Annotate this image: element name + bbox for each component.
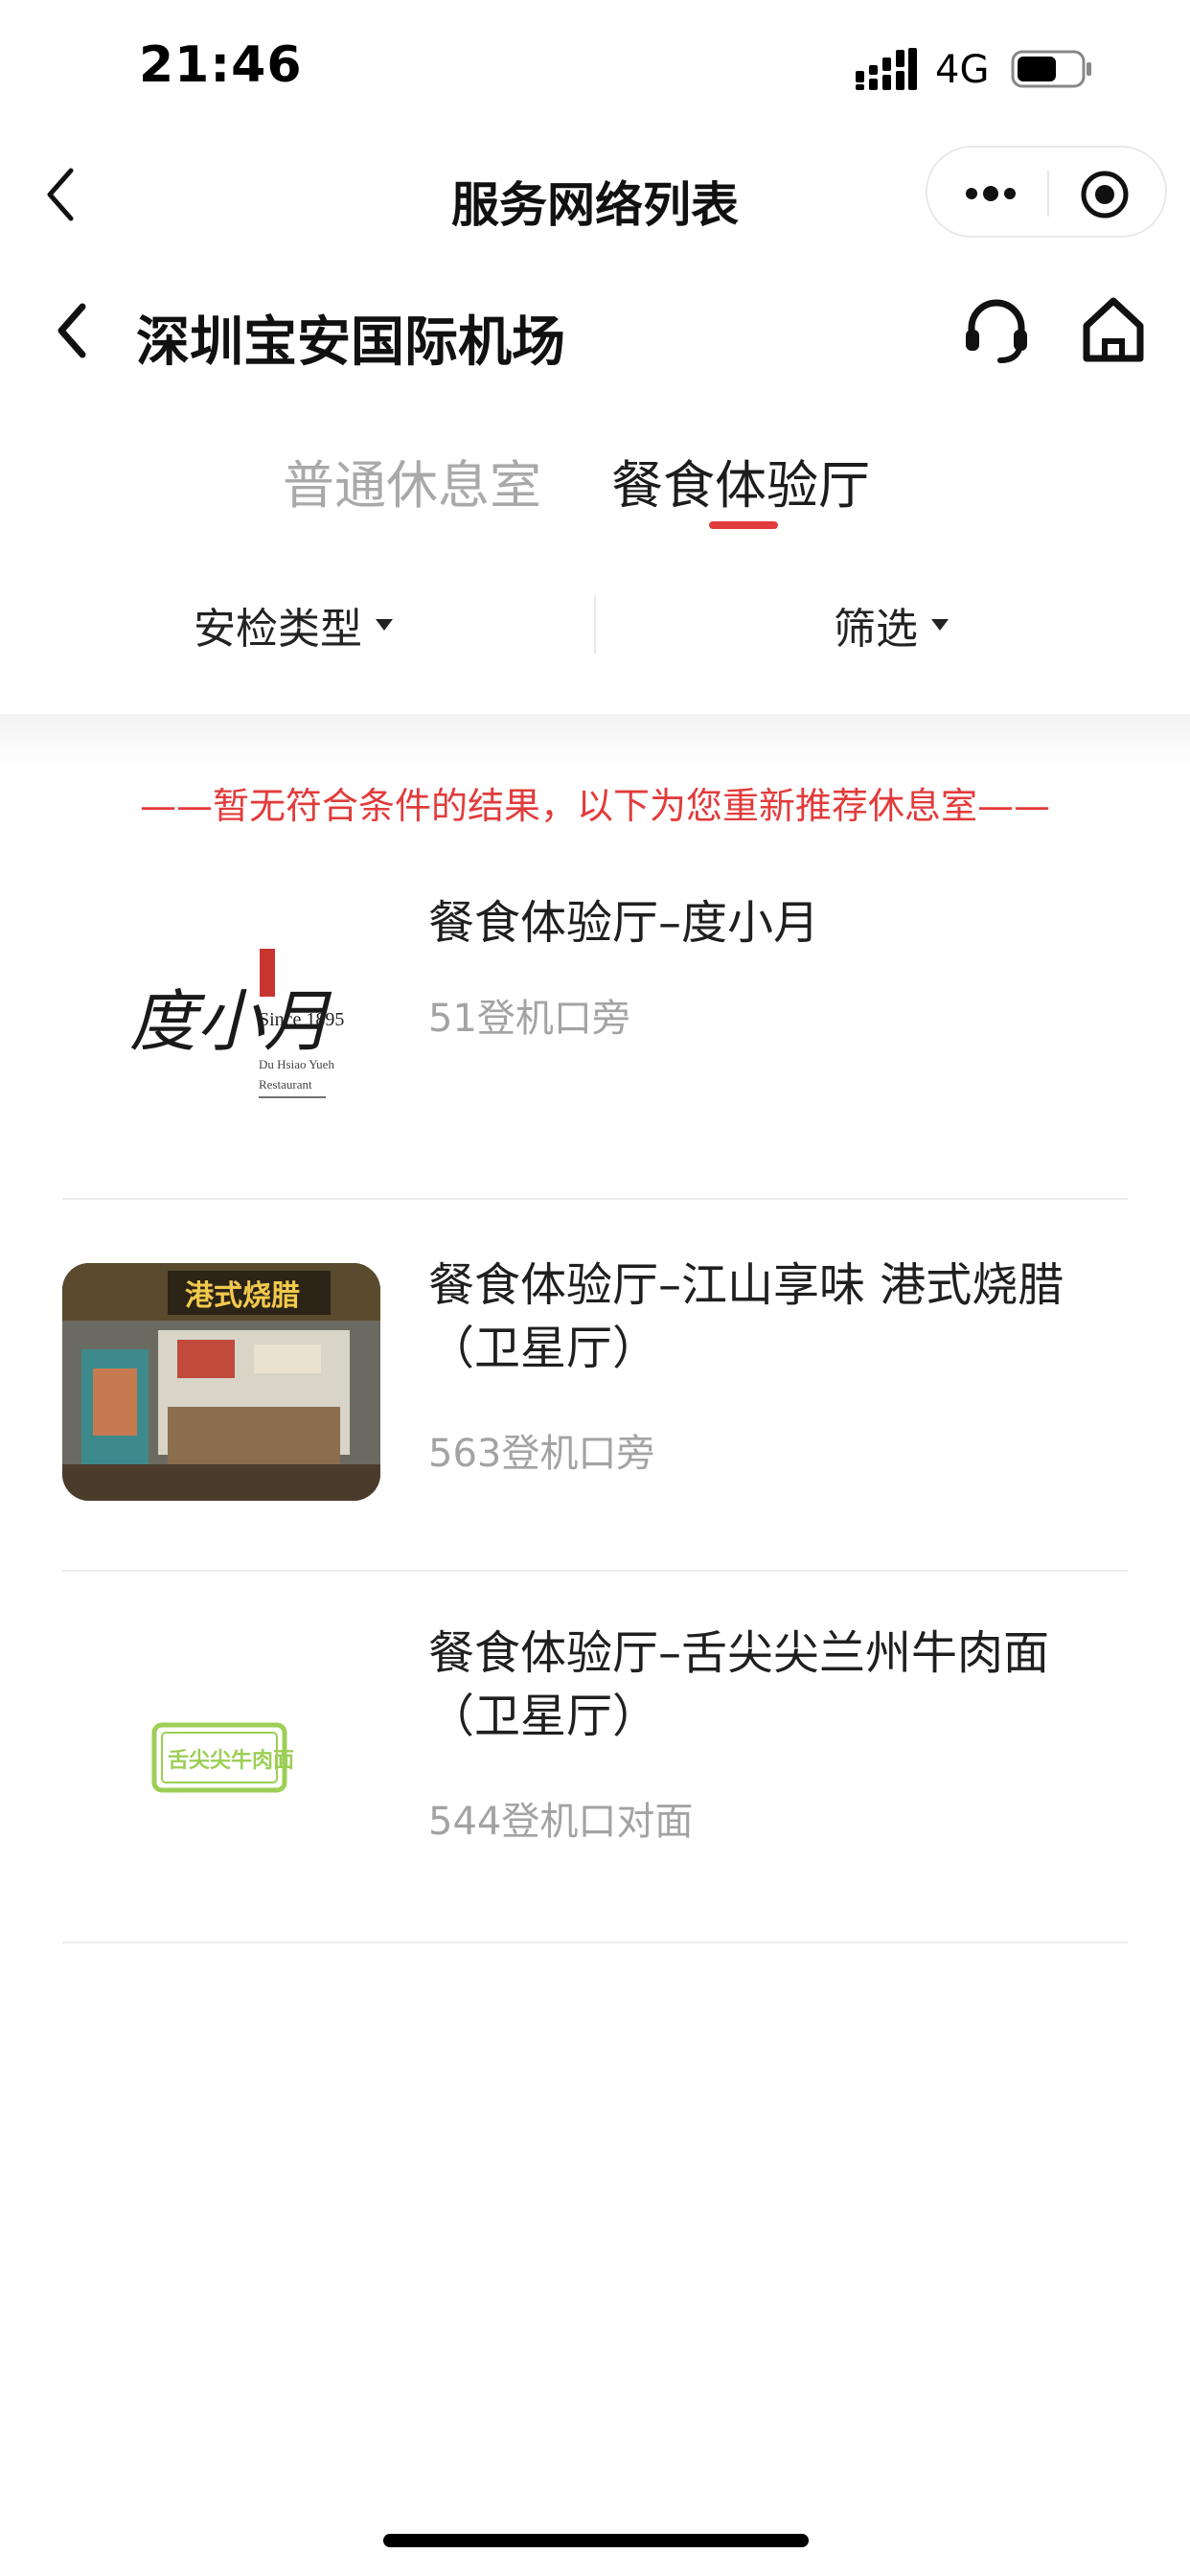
logo-en2: Restaurant	[259, 1077, 312, 1092]
network-type: 4G	[935, 48, 990, 92]
item-title: 餐食体验厅–舌尖尖兰州牛肉面（卫星厅）	[428, 1626, 1050, 1743]
close-target-icon[interactable]	[1079, 169, 1131, 220]
photo-sign-text: 港式烧腊	[185, 1279, 300, 1313]
back-icon[interactable]	[50, 299, 96, 362]
section-shade	[0, 714, 1190, 771]
logo-since: Since 1895	[259, 1009, 344, 1030]
page-header: 深圳宝安国际机场	[0, 278, 1190, 383]
she-jian-jian-logo: 舌尖尖牛肉面	[62, 1635, 380, 1873]
logo-en1: Du Hsiao Yueh	[259, 1057, 334, 1071]
page-title: 深圳宝安国际机场	[136, 311, 565, 374]
tab-dining-lounge[interactable]: 餐食体验厅	[611, 443, 870, 518]
filter-divider	[594, 596, 596, 654]
filter-bar: 安检类型 筛选	[0, 585, 1190, 671]
customer-service-icon[interactable]	[958, 291, 1035, 368]
capsule-menu	[926, 146, 1167, 238]
du-xiao-yue-logo: 度小月 Since 1895 Du Hsiao Yueh Restaurant	[62, 901, 380, 1138]
item-location: 544登机口对面	[428, 1800, 694, 1844]
status-time: 21:46	[139, 36, 303, 94]
battery-icon	[1011, 50, 1091, 88]
list-item[interactable]: 度小月 Since 1895 Du Hsiao Yueh Restaurant …	[62, 843, 1128, 1200]
tab-regular-lounge[interactable]: 普通休息室	[283, 443, 541, 518]
status-bar: 21:46 4G	[0, 0, 1190, 144]
more-icon[interactable]	[964, 171, 1018, 217]
home-icon[interactable]	[1075, 291, 1152, 368]
list-item[interactable]: 舌尖尖牛肉面 餐食体验厅–舌尖尖兰州牛肉面（卫星厅） 544登机口对面	[62, 1572, 1128, 1944]
security-type-label: 安检类型	[194, 605, 362, 654]
caret-down-icon	[376, 619, 393, 631]
signal-icon	[856, 48, 917, 90]
item-title: 餐食体验厅–江山享味 港式烧腊（卫星厅）	[428, 1258, 1064, 1375]
filter-label: 筛选	[834, 605, 918, 654]
filter-dropdown[interactable]: 筛选	[834, 594, 949, 656]
item-title: 餐食体验厅–度小月	[428, 896, 820, 950]
capsule-divider	[1047, 171, 1049, 217]
active-tab-indicator	[709, 521, 778, 529]
list-item[interactable]: 港式烧腊 餐食体验厅–江山享味 港式烧腊（卫星厅） 563登机口旁	[62, 1200, 1128, 1572]
tab-bar: 普通休息室 餐食体验厅	[0, 431, 1190, 537]
item-location: 51登机口旁	[428, 997, 630, 1041]
caret-down-icon	[931, 619, 949, 631]
nav-bar: 服务网络列表	[0, 144, 1190, 249]
restaurant-photo: 港式烧腊	[62, 1263, 380, 1501]
logo-text: 舌尖尖牛肉面	[168, 1748, 294, 1773]
item-location: 563登机口旁	[428, 1432, 655, 1476]
security-type-dropdown[interactable]: 安检类型	[194, 594, 393, 656]
home-indicator[interactable]	[383, 2534, 809, 2547]
no-result-notice: ——暂无符合条件的结果，以下为您重新推荐休息室——	[139, 785, 1050, 827]
